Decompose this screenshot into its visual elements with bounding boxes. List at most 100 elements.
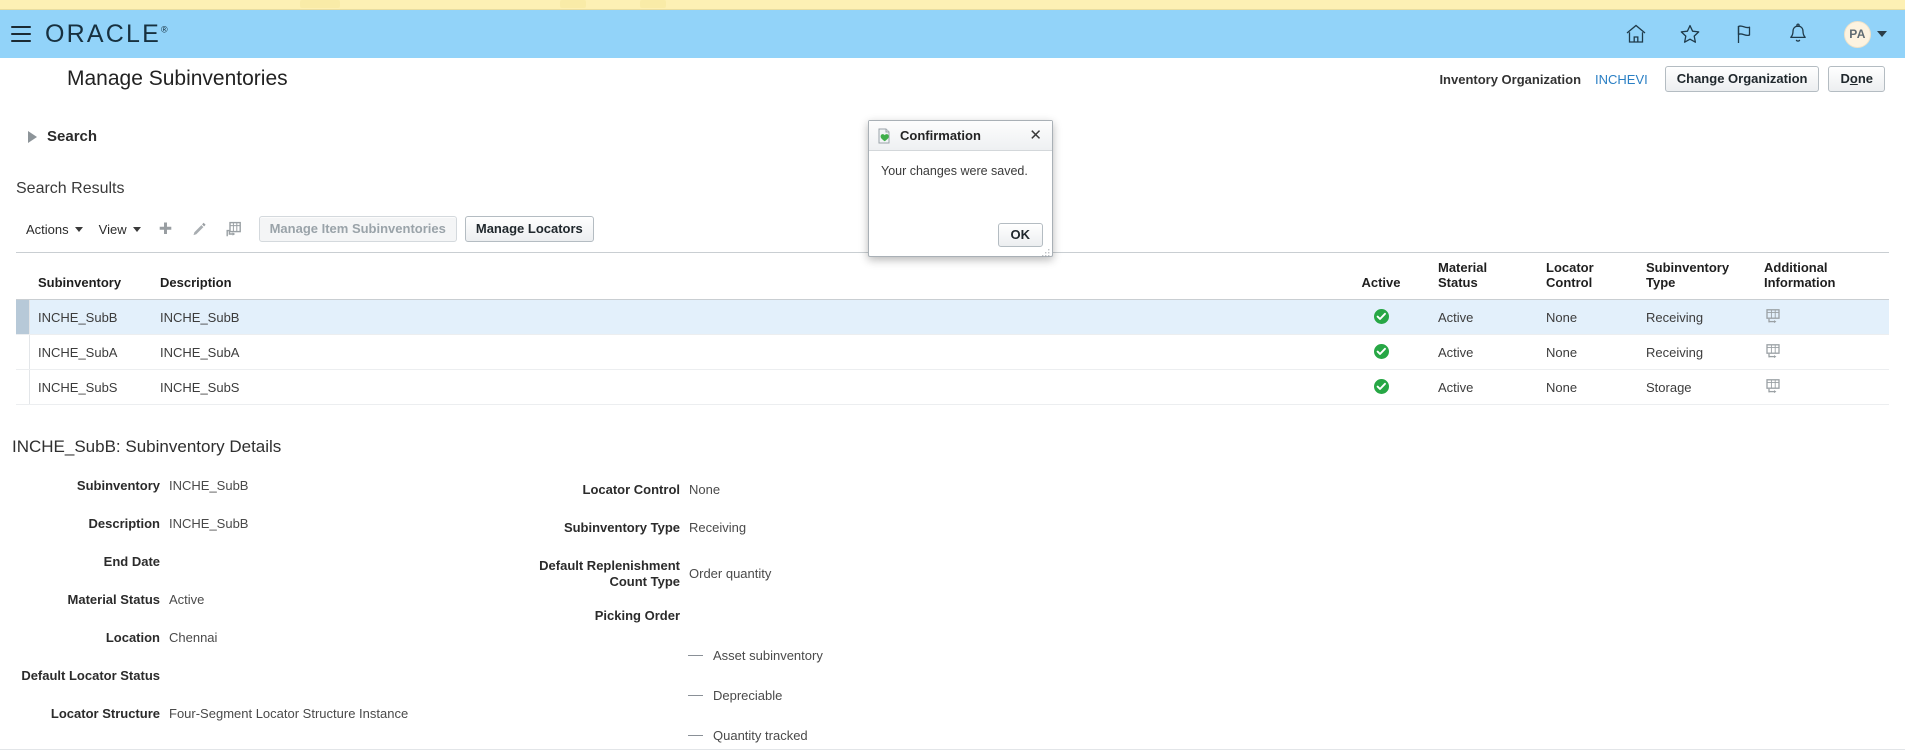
avatar: PA <box>1844 20 1871 48</box>
inventory-organization-label: Inventory Organization <box>1439 71 1582 87</box>
checkbox-label: Depreciable <box>713 688 783 703</box>
column-header-additional-information[interactable]: Additional Information <box>1756 260 1866 299</box>
view-menu[interactable]: View <box>91 218 149 241</box>
inventory-organization-value[interactable]: INCHEVI <box>1595 72 1648 87</box>
cell-active <box>1332 344 1430 360</box>
field-label-default-locator-status: Default Locator Status <box>21 668 160 683</box>
checkbox-label: Quantity tracked <box>713 728 808 743</box>
cell-subinventory: INCHE_SubS <box>38 379 118 395</box>
field-label-material-status: Material Status <box>67 592 160 607</box>
field-label-subinventory-type: Subinventory Type <box>563 520 680 535</box>
oracle-trademark: ® <box>161 24 168 35</box>
manage-locators-button[interactable]: Manage Locators <box>464 216 594 242</box>
table-row[interactable]: INCHE_SubB INCHE_SubB Active None Receiv… <box>16 300 1889 335</box>
oracle-logo: ORACLE® <box>45 20 168 49</box>
pencil-icon[interactable] <box>185 216 215 242</box>
dialog-footer: OK <box>997 223 1043 247</box>
field-label-locator-structure: Locator Structure <box>50 706 160 721</box>
field-label-line2: Count Type <box>609 574 680 589</box>
close-icon[interactable]: ✕ <box>1027 128 1044 143</box>
details-heading: INCHE_SubB: Subinventory Details <box>12 437 282 456</box>
dialog-title: Confirmation <box>900 128 981 143</box>
column-header-subinventory[interactable]: Subinventory <box>30 275 152 299</box>
view-menu-label: View <box>98 221 127 237</box>
field-value-subinventory: INCHE_SubB <box>169 478 249 493</box>
dialog-title-bar[interactable]: Confirmation ✕ <box>869 121 1052 151</box>
cell-description: INCHE_SubB <box>160 309 240 325</box>
page-actions: Inventory Organization INCHEVI Change Or… <box>1439 66 1885 92</box>
column-header-locator-control[interactable]: Locator Control <box>1538 260 1638 299</box>
checkbox-asset-subinventory[interactable]: Asset subinventory <box>688 648 823 663</box>
cell-additional-information <box>1756 308 1866 326</box>
chevron-down-icon <box>74 226 83 232</box>
column-header-subinventory-type[interactable]: Subinventory Type <box>1638 260 1756 299</box>
table-header-row: Subinventory Description Active Material… <box>16 252 1889 300</box>
page-title-bar: Manage Subinventories Inventory Organiza… <box>0 58 1905 102</box>
field-label-location: Location <box>105 630 160 645</box>
done-access-key: D <box>1840 71 1850 86</box>
global-header: ORACLE® PA <box>0 10 1905 58</box>
additional-information-icon[interactable] <box>1766 378 1781 393</box>
user-menu[interactable]: PA <box>1844 20 1887 48</box>
cell-active <box>1332 309 1430 325</box>
checkbox-depreciable[interactable]: Depreciable <box>688 688 782 703</box>
actions-menu[interactable]: Actions <box>18 218 91 241</box>
active-check-icon <box>1373 379 1389 394</box>
home-icon[interactable] <box>1624 22 1648 46</box>
cell-subinventory: INCHE_SubA <box>38 344 118 360</box>
column-header-description[interactable]: Description <box>152 275 1332 299</box>
cell-locator-control: None <box>1546 344 1578 360</box>
cell-locator-control: None <box>1546 379 1578 395</box>
watchlist-flag-icon[interactable] <box>1732 22 1756 46</box>
oracle-wordmark: ORACLE <box>45 19 162 48</box>
cell-material-status: Active <box>1438 344 1474 360</box>
notifications-bell-icon[interactable] <box>1786 22 1810 46</box>
field-value-material-status: Active <box>169 592 205 607</box>
favorites-star-icon[interactable] <box>1678 22 1702 46</box>
dialog-ok-button[interactable]: OK <box>997 223 1043 247</box>
plus-icon[interactable] <box>151 216 181 242</box>
field-value-default-replenishment-count-type: Order quantity <box>689 566 772 581</box>
cell-subinventory: INCHE_SubB <box>38 309 118 325</box>
cell-material-status: Active <box>1438 379 1474 395</box>
checkbox-dash-icon <box>688 695 703 696</box>
field-label-line1: Default Replenishment <box>539 558 680 573</box>
active-check-icon <box>1373 344 1389 359</box>
header-icon-group: PA <box>1624 20 1887 48</box>
change-organization-button[interactable]: Change Organization <box>1664 66 1820 92</box>
cell-additional-information <box>1756 378 1866 396</box>
cell-description: INCHE_SubA <box>160 344 240 360</box>
field-label-end-date: End Date <box>103 554 160 569</box>
checkbox-dash-icon <box>688 735 703 736</box>
manage-item-subinventories-button[interactable]: Manage Item Subinventories <box>258 216 457 242</box>
hamburger-icon[interactable] <box>11 26 31 42</box>
checkbox-dash-icon <box>688 655 703 656</box>
field-label-description: Description <box>88 516 160 531</box>
page-title: Manage Subinventories <box>67 67 288 90</box>
field-label-picking-order: Picking Order <box>594 608 680 623</box>
column-header-material-status[interactable]: Material Status <box>1430 260 1538 299</box>
detach-icon[interactable] <box>219 216 249 242</box>
dialog-resize-handle[interactable] <box>1041 245 1050 257</box>
chevron-down-icon <box>132 226 141 232</box>
row-selection-indicator <box>16 300 30 334</box>
field-value-description: INCHE_SubB <box>169 516 249 531</box>
search-disclosure[interactable]: Search <box>28 128 97 145</box>
dialog-body: Your changes were saved. <box>869 151 1052 179</box>
field-value-locator-structure: Four-Segment Locator Structure Instance <box>169 706 409 721</box>
column-header-active[interactable]: Active <box>1332 275 1430 299</box>
field-label-default-replenishment-count-type: Default Replenishment Count Type <box>480 558 680 590</box>
checkbox-quantity-tracked[interactable]: Quantity tracked <box>688 728 808 743</box>
subinventories-table: Subinventory Description Active Material… <box>16 252 1889 405</box>
table-row[interactable]: INCHE_SubA INCHE_SubA Active None Receiv… <box>16 335 1889 370</box>
row-selection-indicator <box>16 335 30 369</box>
additional-information-icon[interactable] <box>1766 308 1781 323</box>
cell-material-status: Active <box>1438 309 1474 325</box>
table-row[interactable]: INCHE_SubS INCHE_SubS Active None Storag… <box>16 370 1889 405</box>
additional-information-icon[interactable] <box>1766 343 1781 358</box>
field-value-subinventory-type: Receiving <box>689 520 747 535</box>
field-label-locator-control: Locator Control <box>582 482 681 497</box>
confirmation-dialog: Confirmation ✕ Your changes were saved. … <box>868 120 1053 257</box>
done-button[interactable]: Done <box>1828 66 1885 92</box>
search-results-heading: Search Results <box>16 180 125 197</box>
